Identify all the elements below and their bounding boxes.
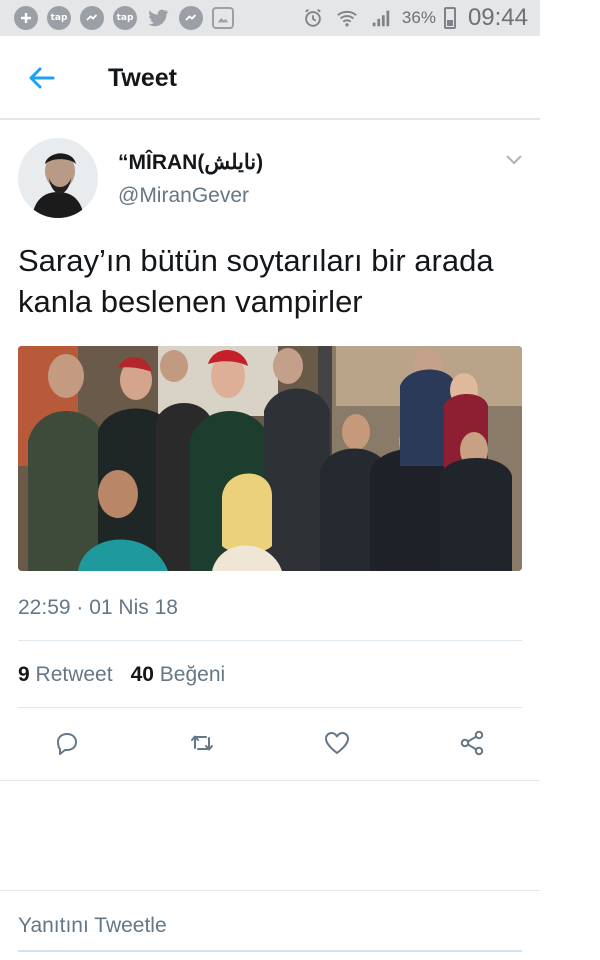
wifi-icon (334, 5, 360, 31)
top-app-bar: Tweet (0, 36, 540, 120)
gallery-icon (212, 7, 234, 29)
status-bar: tap tap 36% 09:44 (0, 0, 540, 36)
tweet-actions (0, 726, 540, 766)
divider (18, 707, 522, 708)
share-icon[interactable] (455, 726, 489, 760)
retweet-count: 9 (18, 663, 30, 686)
twitter-icon (146, 6, 170, 30)
like-icon[interactable] (320, 726, 354, 760)
author-handle[interactable]: @MiranGever (118, 184, 249, 208)
reply-icon[interactable] (50, 726, 84, 760)
divider (0, 890, 540, 891)
page-title: Tweet (108, 64, 177, 92)
reply-input[interactable]: Yanıtını Tweetle (18, 914, 167, 938)
retweet-label: Retweet (35, 663, 113, 686)
messenger-icon (179, 6, 203, 30)
plus-icon (14, 6, 38, 30)
like-stat[interactable]: 40 Beğeni (131, 663, 226, 687)
signal-icon (368, 5, 394, 31)
tweet-text: Saray’ın bütün soytarıları bir arada kan… (18, 243, 494, 319)
alarm-icon (300, 5, 326, 31)
engagement-stats: 9 Retweet 40 Beğeni (18, 663, 225, 687)
retweet-icon[interactable] (185, 726, 219, 760)
tweet-timestamp: 22:59 · 01 Nis 18 (18, 596, 178, 619)
retweet-stat[interactable]: 9 Retweet (18, 663, 113, 687)
status-clock: 09:44 (467, 4, 528, 31)
tweet-detail-screen: tap tap 36% 09:44 Tweet “MÎRAN(نايلش) @M… (0, 0, 540, 960)
notification-icons: tap tap (14, 6, 234, 30)
back-arrow-icon[interactable] (26, 62, 58, 94)
divider (0, 780, 540, 781)
like-count: 40 (130, 663, 154, 686)
system-indicators: 36% 09:44 (300, 4, 528, 32)
messenger-icon (80, 6, 104, 30)
like-label: Beğeni (159, 663, 226, 686)
author-name[interactable]: “MÎRAN(نايلش) (118, 150, 263, 175)
reply-input-underline (18, 950, 522, 952)
tap-icon: tap (47, 6, 71, 30)
chevron-down-icon[interactable] (504, 152, 524, 168)
divider (18, 640, 522, 641)
tweet-photo[interactable] (18, 346, 522, 571)
battery-icon (443, 7, 456, 29)
battery-percent: 36% (401, 8, 436, 27)
tap-icon: tap (113, 6, 137, 30)
avatar[interactable] (18, 138, 98, 218)
